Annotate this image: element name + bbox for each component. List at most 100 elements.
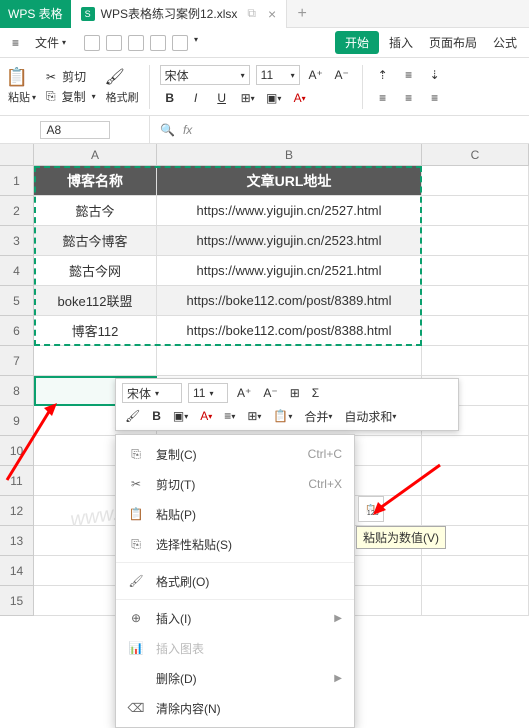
mini-merge-button[interactable]: 合并▾ [301,406,335,426]
tab-layout[interactable]: 页面布局 [423,32,483,53]
cell[interactable]: https://boke112.com/post/8389.html [157,286,422,316]
mini-align-button[interactable]: ≡▾ [221,406,238,426]
row-header[interactable]: 4 [0,256,34,286]
mini-font-select[interactable]: 宋体▾ [122,383,182,403]
cell[interactable]: 博客名称 [34,166,157,196]
row-header[interactable]: 1 [0,166,34,196]
font-color-button[interactable]: A▾ [290,88,310,108]
name-box[interactable]: A8 [40,121,110,139]
cell[interactable]: boke112联盟 [34,286,157,316]
cell[interactable] [157,346,422,376]
cell[interactable] [422,196,529,226]
mini-autosum-icon[interactable]: Σ [309,383,322,403]
close-tab-icon[interactable]: × [268,6,276,22]
align-center-icon[interactable]: ≡ [399,88,419,108]
cell[interactable]: https://boke112.com/post/8388.html [157,316,422,346]
paste-icon[interactable]: 📋 [8,68,26,86]
menu-hamburger[interactable]: ≡ [6,34,25,52]
print-icon[interactable] [106,35,122,51]
undo-icon[interactable] [150,35,166,51]
save-icon[interactable] [84,35,100,51]
row-header[interactable]: 2 [0,196,34,226]
mini-merge-icon[interactable]: ⊞ [287,383,303,403]
mini-size-select[interactable]: 11▾ [188,383,228,403]
mini-autosum-button[interactable]: 自动求和▾ [341,406,399,426]
mini-font-color-button[interactable]: A▾ [197,406,215,426]
cell[interactable]: https://www.yigujin.cn/2523.html [157,226,422,256]
format-painter-button[interactable]: 格式刷 [106,89,139,105]
align-right-icon[interactable]: ≡ [425,88,445,108]
preview-icon[interactable] [128,35,144,51]
ctx-paste-special[interactable]: ⎘选择性粘贴(S) [116,529,354,559]
align-left-icon[interactable]: ≡ [373,88,393,108]
cell[interactable] [422,316,529,346]
cell[interactable] [422,556,529,586]
tab-insert[interactable]: 插入 [383,32,419,53]
size-select[interactable]: 11▾ [256,65,300,85]
ctx-insert[interactable]: ⊕插入(I)▶ [116,603,354,633]
redo-icon[interactable] [172,35,188,51]
ctx-format-painter[interactable]: 🖌格式刷(O) [116,566,354,596]
decrease-font-icon[interactable]: A⁻ [332,65,352,85]
zoom-icon[interactable]: 🔍 [160,123,175,137]
border-button[interactable]: ⊞▾ [238,88,258,108]
row-header[interactable]: 3 [0,226,34,256]
underline-button[interactable]: U [212,88,232,108]
col-header-a[interactable]: A [34,144,157,166]
bold-button[interactable]: B [160,88,180,108]
row-header[interactable]: 12 [0,496,34,526]
fill-color-button[interactable]: ▣▾ [264,88,284,108]
align-middle-icon[interactable]: ≡ [399,65,419,85]
select-all-corner[interactable] [0,144,34,166]
cut-button[interactable]: ✂剪切 [46,68,96,85]
cell[interactable]: https://www.yigujin.cn/2527.html [157,196,422,226]
cell[interactable] [422,286,529,316]
copy-button[interactable]: ⎘复制▾ [46,88,96,105]
mini-bold-button[interactable]: B [149,406,164,426]
ctx-copy[interactable]: ⎘复制(C)Ctrl+C [116,439,354,469]
ctx-cut[interactable]: ✂剪切(T)Ctrl+X [116,469,354,499]
align-top-icon[interactable]: ⇡ [373,65,393,85]
ctx-clear[interactable]: ⌫清除内容(N) [116,693,354,723]
tab-formula[interactable]: 公式 [487,32,523,53]
file-menu[interactable]: 文件▾ [29,32,72,53]
cell[interactable]: 文章URL地址 [157,166,422,196]
cell[interactable]: 懿古今 [34,196,157,226]
mini-border-button[interactable]: ⊞▾ [244,406,264,426]
cell[interactable]: https://www.yigujin.cn/2521.html [157,256,422,286]
col-header-c[interactable]: C [422,144,529,166]
cell[interactable] [422,586,529,616]
col-header-b[interactable]: B [157,144,422,166]
mini-decrease-font-icon[interactable]: A⁻ [260,383,280,403]
format-painter-icon[interactable]: 🖌 [106,68,124,86]
ctx-delete[interactable]: 删除(D)▶ [116,663,354,693]
align-bottom-icon[interactable]: ⇣ [425,65,445,85]
row-header[interactable]: 15 [0,586,34,616]
row-header[interactable]: 14 [0,556,34,586]
cell[interactable] [422,346,529,376]
paste-button[interactable]: 粘贴▾ [8,89,36,105]
mini-fill-button[interactable]: ▣▾ [170,406,191,426]
tab-start[interactable]: 开始 [335,31,379,54]
cell[interactable] [422,256,529,286]
row-header[interactable]: 5 [0,286,34,316]
row-header[interactable]: 7 [0,346,34,376]
cell[interactable] [422,226,529,256]
mini-format-button[interactable]: 📋▾ [270,406,295,426]
ctx-paste[interactable]: 📋粘贴(P) [116,499,354,529]
cell[interactable] [34,346,157,376]
row-header[interactable]: 6 [0,316,34,346]
duplicate-tab-icon[interactable]: ⧉ [247,6,256,21]
qa-more-icon[interactable]: ▾ [194,35,198,51]
row-header[interactable]: 13 [0,526,34,556]
fx-label[interactable]: fx [183,123,192,137]
cell[interactable]: 懿古今博客 [34,226,157,256]
font-select[interactable]: 宋体▾ [160,65,250,85]
cell[interactable]: 懿古今网 [34,256,157,286]
cell[interactable] [422,166,529,196]
document-tab[interactable]: S WPS表格练习案例12.xlsx ⧉ × [71,0,287,28]
italic-button[interactable]: I [186,88,206,108]
mini-format-painter-icon[interactable]: 🖌 [122,406,143,426]
increase-font-icon[interactable]: A⁺ [306,65,326,85]
cell[interactable]: 博客112 [34,316,157,346]
